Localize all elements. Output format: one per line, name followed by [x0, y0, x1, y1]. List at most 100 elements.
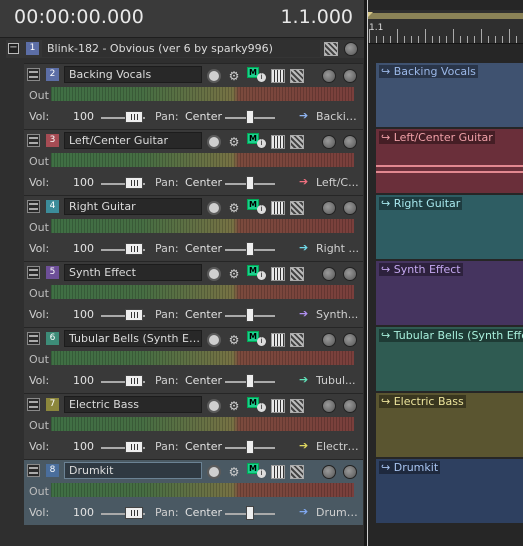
track-options-icon[interactable] [322, 69, 336, 83]
input-monitor-icon[interactable]: ⚙ [227, 135, 241, 149]
fx-icon[interactable] [290, 399, 304, 413]
volume-slider-thumb[interactable] [125, 507, 143, 519]
volume-slider-thumb[interactable] [125, 111, 143, 123]
collapse-icon[interactable]: − [8, 43, 19, 54]
fx-icon[interactable] [290, 465, 304, 479]
track-knob-icon[interactable] [343, 201, 357, 215]
bus-knob-icon[interactable] [344, 42, 358, 56]
record-arm-icon[interactable] [207, 135, 221, 149]
pan-value[interactable]: Center [185, 110, 222, 123]
track-knob-icon[interactable] [343, 69, 357, 83]
track-knob-icon[interactable] [343, 399, 357, 413]
track-options-icon[interactable] [322, 267, 336, 281]
pan-value[interactable]: Center [185, 176, 222, 189]
volume-value[interactable]: 100 [73, 242, 94, 255]
track-options-icon[interactable] [322, 333, 336, 347]
track-options-icon[interactable] [322, 465, 336, 479]
bus-name[interactable]: Blink-182 - Obvious (ver 6 by sparky996) [42, 40, 320, 57]
fx-icon[interactable] [290, 69, 304, 83]
volume-value[interactable]: 100 [73, 308, 94, 321]
info-icon[interactable]: i [257, 271, 266, 280]
piano-keys-icon[interactable] [271, 399, 285, 413]
pan-value[interactable]: Center [185, 440, 222, 453]
volume-value[interactable]: 100 [73, 506, 94, 519]
pan-slider-thumb[interactable] [246, 242, 254, 256]
track-name[interactable]: Right Guitar [64, 198, 202, 215]
record-arm-icon[interactable] [207, 267, 221, 281]
volume-slider-thumb[interactable] [125, 309, 143, 321]
piano-keys-icon[interactable] [271, 333, 285, 347]
loop-region[interactable] [367, 13, 523, 19]
track-name[interactable]: Left/Center Guitar [64, 132, 202, 149]
pan-value[interactable]: Center [185, 374, 222, 387]
info-icon[interactable]: i [257, 139, 266, 148]
track-options-icon[interactable] [322, 399, 336, 413]
pan-value[interactable]: Center [185, 506, 222, 519]
volume-value[interactable]: 100 [73, 374, 94, 387]
fx-icon[interactable] [290, 267, 304, 281]
piano-keys-icon[interactable] [271, 201, 285, 215]
record-arm-icon[interactable] [207, 333, 221, 347]
record-arm-icon[interactable] [207, 465, 221, 479]
pan-value[interactable]: Center [185, 308, 222, 321]
clip[interactable]: ↪ Electric Bass [376, 393, 523, 457]
track-name[interactable]: Backing Vocals [64, 66, 202, 83]
output-destination[interactable]: Drumkit [316, 506, 360, 519]
track-options-icon[interactable] [322, 135, 336, 149]
volume-slider-thumb[interactable] [125, 441, 143, 453]
pan-slider-thumb[interactable] [246, 176, 254, 190]
info-icon[interactable]: i [257, 469, 266, 478]
clip[interactable]: ↪ Synth Effect [376, 261, 523, 325]
volume-slider-thumb[interactable] [125, 177, 143, 189]
track-knob-icon[interactable] [343, 465, 357, 479]
pan-slider-thumb[interactable] [246, 308, 254, 322]
fx-icon[interactable] [290, 135, 304, 149]
track-row[interactable]: 7 Electric Bass ⚙ M i Out Vol: 100 Pan: … [24, 393, 363, 459]
fx-icon[interactable] [290, 201, 304, 215]
pan-slider-thumb[interactable] [246, 374, 254, 388]
pan-slider-thumb[interactable] [246, 506, 254, 520]
pan-value[interactable]: Center [185, 242, 222, 255]
volume-value[interactable]: 100 [73, 110, 94, 123]
fx-icon[interactable] [290, 333, 304, 347]
output-destination[interactable]: Right ... [316, 242, 360, 255]
track-name[interactable]: Electric Bass [64, 396, 202, 413]
track-options-icon[interactable] [322, 201, 336, 215]
clip[interactable]: ↪ Right Guitar [376, 195, 523, 259]
track-row[interactable]: 2 Backing Vocals ⚙ M i Out Vol: 100 Pan:… [24, 63, 363, 129]
input-monitor-icon[interactable]: ⚙ [227, 399, 241, 413]
info-icon[interactable]: i [257, 403, 266, 412]
track-row[interactable]: 8 Drumkit ⚙ M i Out Vol: 100 Pan: Center… [24, 459, 363, 525]
output-destination[interactable]: Tubul... [316, 374, 360, 387]
output-destination[interactable]: Left/C... [316, 176, 360, 189]
input-monitor-icon[interactable]: ⚙ [227, 465, 241, 479]
track-row[interactable]: 3 Left/Center Guitar ⚙ M i Out Vol: 100 … [24, 129, 363, 195]
input-monitor-icon[interactable]: ⚙ [227, 267, 241, 281]
output-destination[interactable]: Electri... [316, 440, 360, 453]
input-monitor-icon[interactable]: ⚙ [227, 69, 241, 83]
output-destination[interactable]: Backin... [316, 110, 360, 123]
piano-keys-icon[interactable] [271, 267, 285, 281]
clip[interactable]: ↪ Tubular Bells (Synth Effect) [376, 327, 523, 391]
record-arm-icon[interactable] [207, 201, 221, 215]
info-icon[interactable]: i [257, 205, 266, 214]
track-row[interactable]: 6 Tubular Bells (Synth Effe... ⚙ M i Out… [24, 327, 363, 393]
timeline-ruler[interactable]: 1.1 [367, 10, 523, 44]
track-name[interactable]: Drumkit [64, 462, 202, 479]
track-name[interactable]: Tubular Bells (Synth Effe... [64, 330, 202, 347]
clip[interactable]: ↪ Backing Vocals [376, 63, 523, 127]
track-row[interactable]: 4 Right Guitar ⚙ M i Out Vol: 100 Pan: C… [24, 195, 363, 261]
volume-value[interactable]: 100 [73, 440, 94, 453]
pan-slider-thumb[interactable] [246, 440, 254, 454]
track-knob-icon[interactable] [343, 333, 357, 347]
track-row[interactable]: 5 Synth Effect ⚙ M i Out Vol: 100 Pan: C… [24, 261, 363, 327]
playhead[interactable] [367, 0, 368, 546]
record-arm-icon[interactable] [207, 69, 221, 83]
input-monitor-icon[interactable]: ⚙ [227, 333, 241, 347]
clip[interactable]: ↪ Drumkit [376, 459, 523, 523]
track-knob-icon[interactable] [343, 135, 357, 149]
volume-slider-thumb[interactable] [125, 243, 143, 255]
bus-header[interactable]: − 1 Blink-182 - Obvious (ver 6 by sparky… [6, 40, 364, 58]
output-destination[interactable]: Synth... [316, 308, 360, 321]
piano-keys-icon[interactable] [271, 69, 285, 83]
